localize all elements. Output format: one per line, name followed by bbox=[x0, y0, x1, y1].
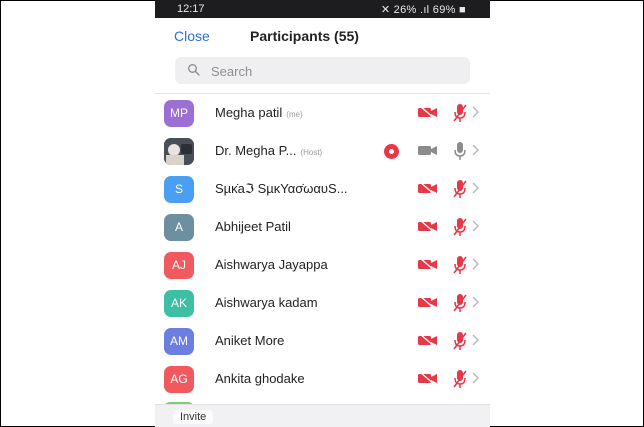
video-off-icon bbox=[418, 105, 437, 120]
participant-name-text: Aishwarya Jayappa bbox=[215, 257, 328, 272]
status-system-icons: ✕ 26% .ıl 69% ■ bbox=[380, 4, 466, 16]
status-time: 12:17 bbox=[177, 3, 205, 15]
participants-header: Close Participants (55) bbox=[155, 22, 490, 52]
participant-name-text: Aniket More bbox=[215, 333, 285, 348]
participant-list: MP Megha patil (me) Dr. Megha P... (Host) S Sµ… bbox=[155, 94, 490, 398]
mic-muted-icon bbox=[453, 256, 467, 274]
avatar: AK bbox=[164, 290, 194, 317]
participant-name: Aishwarya Jayappa bbox=[215, 257, 328, 272]
participant-role-tag: (me) bbox=[286, 110, 303, 119]
avatar bbox=[164, 138, 194, 165]
mic-muted-icon bbox=[453, 104, 467, 122]
chevron-right-icon[interactable] bbox=[471, 218, 481, 234]
video-off-icon bbox=[418, 295, 437, 310]
participant-name-text: Abhijeet Patil bbox=[215, 219, 291, 234]
chevron-right-icon[interactable] bbox=[471, 104, 481, 120]
participant-name: Sµκ̇aℑ SµκΥασ̇ωαυS... bbox=[215, 181, 348, 197]
participant-role-tag: (Host) bbox=[300, 148, 323, 157]
chevron-right-icon[interactable] bbox=[471, 294, 481, 310]
participant-row[interactable]: MP Megha patil (me) bbox=[155, 94, 490, 132]
participant-row[interactable]: AJ Aishwarya Jayappa bbox=[155, 246, 490, 284]
avatar: S bbox=[164, 176, 194, 203]
mic-muted-icon bbox=[453, 180, 467, 198]
mic-muted-icon bbox=[453, 370, 467, 388]
participant-name: Aishwarya kadam bbox=[215, 295, 318, 310]
search-input[interactable] bbox=[209, 61, 463, 81]
avatar: AJ bbox=[164, 252, 194, 279]
status-bar: 12:17 ✕ 26% .ıl 69% ■ bbox=[155, 0, 490, 18]
chevron-right-icon[interactable] bbox=[471, 256, 481, 272]
mic-muted-icon bbox=[453, 294, 467, 312]
chevron-right-icon[interactable] bbox=[471, 332, 481, 348]
recording-icon bbox=[384, 144, 399, 159]
phone-screen: 12:17 ✕ 26% .ıl 69% ■ Close Participants… bbox=[155, 0, 490, 427]
mic-muted-icon bbox=[453, 218, 467, 236]
video-icon bbox=[418, 146, 437, 155]
frame-left-line bbox=[0, 0, 1, 427]
participant-name-text: Aishwarya kadam bbox=[215, 295, 318, 310]
mic-muted-icon bbox=[453, 332, 467, 350]
video-off-icon bbox=[418, 257, 437, 272]
invite-button[interactable]: Invite bbox=[173, 410, 214, 424]
participant-name-text: Dr. Megha P... bbox=[215, 143, 297, 158]
participant-name: Megha patil (me) bbox=[215, 105, 303, 120]
mic-icon bbox=[454, 142, 466, 160]
participant-name-text: Sµκ̇aℑ SµκΥασ̇ωαυS... bbox=[215, 181, 348, 196]
participant-row[interactable]: AK Aishwarya kadam bbox=[155, 284, 490, 322]
bottom-toolbar: Invite bbox=[155, 404, 490, 427]
participant-row[interactable]: S Sµκ̇aℑ SµκΥασ̇ωαυS... bbox=[155, 170, 490, 208]
participant-name-text: Megha patil bbox=[215, 105, 283, 120]
participant-row[interactable]: AM Aniket More bbox=[155, 322, 490, 360]
search-icon bbox=[188, 64, 200, 76]
chevron-right-icon[interactable] bbox=[471, 180, 481, 196]
avatar: MP bbox=[164, 100, 194, 127]
chevron-right-icon[interactable] bbox=[471, 370, 481, 386]
participant-name-text: Ankita ghodake bbox=[215, 371, 305, 386]
close-button[interactable]: Close bbox=[174, 28, 210, 44]
avatar: AM bbox=[164, 328, 194, 355]
participant-name: Ankita ghodake bbox=[215, 371, 305, 386]
participant-name: Abhijeet Patil bbox=[215, 219, 291, 234]
video-off-icon bbox=[418, 181, 437, 196]
chevron-right-icon[interactable] bbox=[471, 142, 481, 158]
video-off-icon bbox=[418, 219, 437, 234]
participant-name: Aniket More bbox=[215, 333, 284, 348]
participant-row[interactable]: AG Ankita ghodake bbox=[155, 360, 490, 398]
participant-name: Dr. Megha P... (Host) bbox=[215, 143, 322, 158]
avatar: AG bbox=[164, 366, 194, 393]
page-title: Participants (55) bbox=[250, 28, 359, 44]
participant-row[interactable]: A Abhijeet Patil bbox=[155, 208, 490, 246]
video-off-icon bbox=[418, 371, 437, 386]
participant-row[interactable]: Dr. Megha P... (Host) bbox=[155, 132, 490, 170]
avatar: A bbox=[164, 214, 194, 241]
search-bar[interactable] bbox=[175, 57, 470, 84]
video-off-icon bbox=[418, 333, 437, 348]
